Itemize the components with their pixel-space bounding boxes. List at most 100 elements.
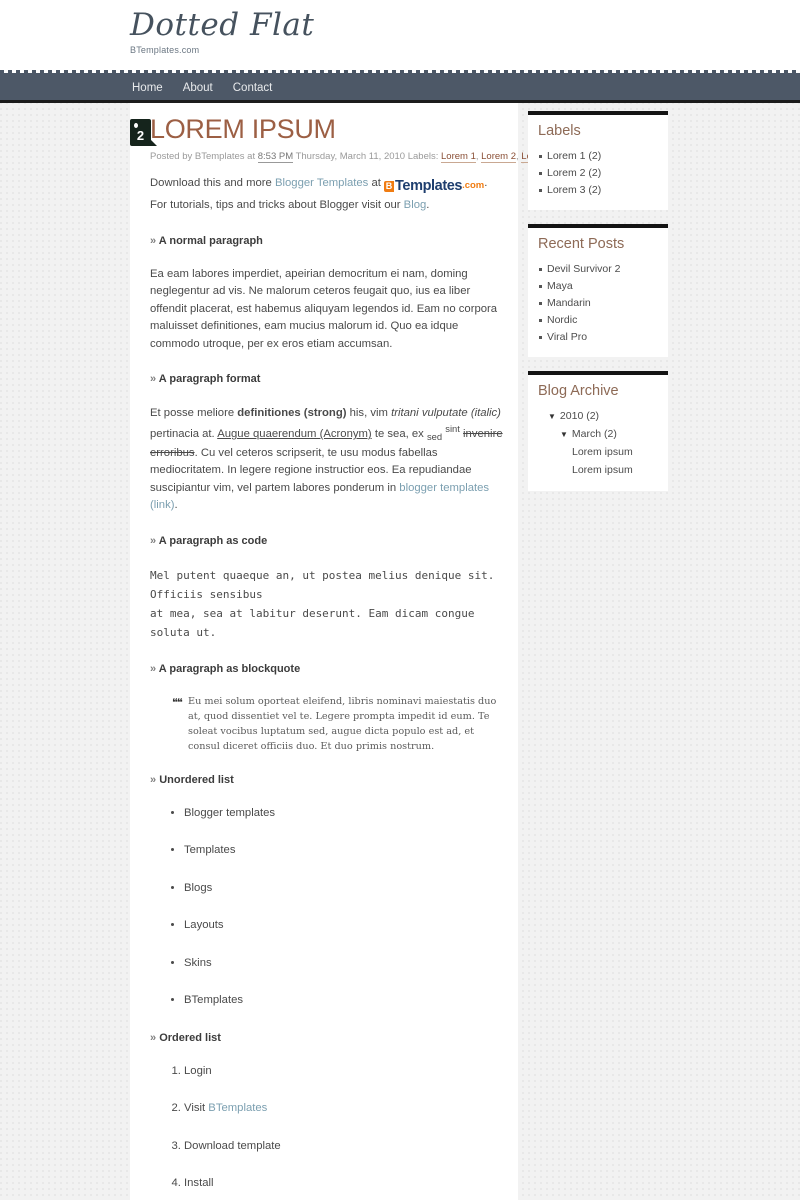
list-item: Visit BTemplates bbox=[184, 1100, 504, 1118]
recent-post-item[interactable]: Devil Survivor 2 bbox=[538, 260, 658, 277]
widget-labels-title: Labels bbox=[538, 123, 581, 139]
sidebar-label-item[interactable]: Lorem 2 (2) bbox=[538, 164, 658, 181]
section-heading-unordered-list-label: Unordered list bbox=[159, 773, 234, 786]
triangle-down-icon[interactable]: ▼ bbox=[548, 412, 556, 421]
section-heading-ordered-list-label: Ordered list bbox=[159, 1031, 221, 1044]
ol-text-0: Login bbox=[184, 1064, 212, 1077]
sidebar-label-item[interactable]: Lorem 1 (2) bbox=[538, 147, 658, 164]
pf-t3: pertinacia at. bbox=[150, 427, 218, 440]
unordered-list: Blogger templates Templates Blogs Layout… bbox=[150, 805, 504, 1010]
normal-paragraph-text: Ea eam labores imperdiet, apeirian democ… bbox=[150, 267, 498, 350]
section-heading-paragraph-format-label: A paragraph format bbox=[158, 373, 261, 386]
section-heading-code: » A paragraph as code bbox=[150, 533, 504, 550]
pf-t1: Et posse meliore bbox=[150, 406, 238, 419]
chevron-double-right-icon: » bbox=[150, 234, 157, 247]
recent-post-item[interactable]: Mandarin bbox=[538, 294, 658, 311]
chevron-double-right-icon: » bbox=[150, 662, 157, 675]
section-heading-normal-paragraph-label: A normal paragraph bbox=[158, 234, 263, 247]
blog-link[interactable]: Blog bbox=[404, 199, 427, 211]
btemplates-b-icon: B bbox=[384, 180, 395, 192]
site-header: Dotted Flat BTemplates.com bbox=[0, 0, 800, 70]
pf-t2: his, vim bbox=[346, 406, 392, 419]
widget-labels: Labels Lorem 1 (2) Lorem 2 (2) Lorem 3 (… bbox=[528, 111, 668, 210]
post-label-2[interactable]: Lorem 2 bbox=[481, 150, 516, 163]
recent-post-item[interactable]: Maya bbox=[538, 277, 658, 294]
blogger-templates-link[interactable]: Blogger Templates bbox=[275, 177, 368, 189]
list-item: BTemplates bbox=[184, 992, 504, 1010]
pf-acronym: Augue quaerendum (Acronym) bbox=[217, 427, 372, 440]
post-title: LOREM IPSUM bbox=[150, 114, 336, 144]
blockquote-text: Eu mei solum oporteat eleifend, libris n… bbox=[188, 695, 497, 752]
list-item: Download template bbox=[184, 1138, 504, 1156]
labels-list: Lorem 1 (2) Lorem 2 (2) Lorem 3 (2) bbox=[538, 147, 658, 198]
code-block: Mel putent quaeque an, ut postea melius … bbox=[150, 568, 495, 640]
list-item: Blogger templates bbox=[184, 805, 504, 823]
archive-post-item[interactable]: Lorem ipsum bbox=[538, 461, 658, 479]
post-date: Thursday, March 11, 2010 bbox=[295, 150, 406, 162]
recent-post-item[interactable]: Nordic bbox=[538, 311, 658, 328]
intro-text-4: . bbox=[426, 199, 430, 212]
post-author-prefix: Posted by BTemplates at bbox=[150, 150, 256, 162]
section-heading-unordered-list: » Unordered list bbox=[150, 772, 504, 789]
nav-item-contact[interactable]: Contact bbox=[231, 81, 275, 95]
archive-month-label: March (2) bbox=[571, 428, 617, 440]
list-item: Install bbox=[184, 1175, 504, 1193]
intro-text-2: at bbox=[368, 176, 385, 189]
blockquote-block: ❝❝ Eu mei solum oporteat eleifend, libris… bbox=[172, 694, 504, 754]
pf-strong: definitiones (strong) bbox=[237, 406, 347, 419]
list-item: Layouts bbox=[184, 917, 504, 935]
widget-blog-archive: Blog Archive ▼ 2010 (2) ▼ March (2) Lorem … bbox=[528, 371, 668, 491]
pf-superscript: sint bbox=[445, 423, 460, 435]
list-item: Login bbox=[184, 1063, 504, 1081]
archive-month-row[interactable]: ▼ March (2) bbox=[538, 425, 658, 443]
section-heading-ordered-list: » Ordered list bbox=[150, 1030, 504, 1047]
recent-post-item[interactable]: Viral Pro bbox=[538, 328, 658, 345]
archive-post-item[interactable]: Lorem ipsum bbox=[538, 443, 658, 461]
post-body: Download this and more Blogger Templates… bbox=[150, 175, 504, 1200]
ol-text-3: Install bbox=[184, 1177, 214, 1190]
section-heading-paragraph-format: » A paragraph format bbox=[150, 371, 504, 388]
pf-italic: tritani vulputate (italic) bbox=[391, 406, 501, 419]
pf-subscript: sed bbox=[426, 431, 443, 443]
site-subtitle: BTemplates.com bbox=[130, 45, 200, 56]
chevron-double-right-icon: » bbox=[150, 773, 157, 786]
ordered-list: Login Visit BTemplates Download template… bbox=[150, 1063, 504, 1200]
post-meta: Posted by BTemplates at 8:53 PM Thursday… bbox=[150, 150, 557, 163]
chevron-double-right-icon: » bbox=[150, 373, 157, 386]
list-item: Skins bbox=[184, 955, 504, 973]
main-content: 2 LOREM IPSUM Posted by BTemplates at 8:… bbox=[130, 103, 557, 1200]
widget-recent-posts: Recent Posts Devil Survivor 2 Maya Manda… bbox=[528, 224, 668, 357]
list-item: Blogs bbox=[184, 880, 504, 898]
btemplates-com: .com bbox=[462, 179, 485, 191]
list-item: Templates bbox=[184, 842, 504, 860]
comment-count-badge[interactable]: 2 bbox=[130, 119, 157, 146]
nav-links: Home About Contact bbox=[0, 75, 800, 103]
sidebar: Labels Lorem 1 (2) Lorem 2 (2) Lorem 3 (… bbox=[528, 111, 668, 505]
label-sep-2: , bbox=[516, 150, 519, 162]
nav-item-home[interactable]: Home bbox=[130, 81, 165, 95]
pf-t4: te sea, ex bbox=[371, 427, 427, 440]
section-heading-blockquote: » A paragraph as blockquote bbox=[150, 661, 504, 678]
navigation-bar: Home About Contact bbox=[0, 70, 800, 103]
site-title: Dotted Flat bbox=[130, 7, 315, 43]
post-label-1[interactable]: Lorem 1 bbox=[441, 150, 476, 163]
post-header: 2 LOREM IPSUM Posted by BTemplates at 8:… bbox=[130, 114, 557, 163]
btemplates-wordmark: Templates bbox=[395, 177, 463, 194]
ol-text-2: Download template bbox=[184, 1139, 281, 1152]
archive-year-label: 2010 (2) bbox=[559, 410, 600, 422]
archive-year-row[interactable]: ▼ 2010 (2) bbox=[538, 407, 658, 425]
pf-t8: . bbox=[174, 499, 178, 512]
intro-paragraph: Download this and more Blogger Templates… bbox=[150, 175, 504, 215]
post-time[interactable]: 8:53 PM bbox=[257, 150, 294, 163]
label-sep-1: , bbox=[475, 150, 479, 162]
nav-item-about[interactable]: About bbox=[181, 81, 215, 95]
triangle-down-icon[interactable]: ▼ bbox=[560, 430, 568, 439]
btemplates-ordered-link[interactable]: BTemplates bbox=[208, 1102, 267, 1114]
archive-tree: ▼ 2010 (2) ▼ March (2) Lorem ipsum Lorem i… bbox=[538, 407, 658, 479]
widget-blog-archive-title: Blog Archive bbox=[538, 383, 619, 399]
intro-text-1: Download this and more bbox=[150, 176, 275, 189]
paragraph-format-text: Et posse meliore definitiones (strong) h… bbox=[150, 405, 504, 515]
section-heading-normal-paragraph: » A normal paragraph bbox=[150, 233, 504, 250]
sidebar-label-item[interactable]: Lorem 3 (2) bbox=[538, 181, 658, 198]
section-heading-blockquote-label: A paragraph as blockquote bbox=[158, 662, 301, 675]
